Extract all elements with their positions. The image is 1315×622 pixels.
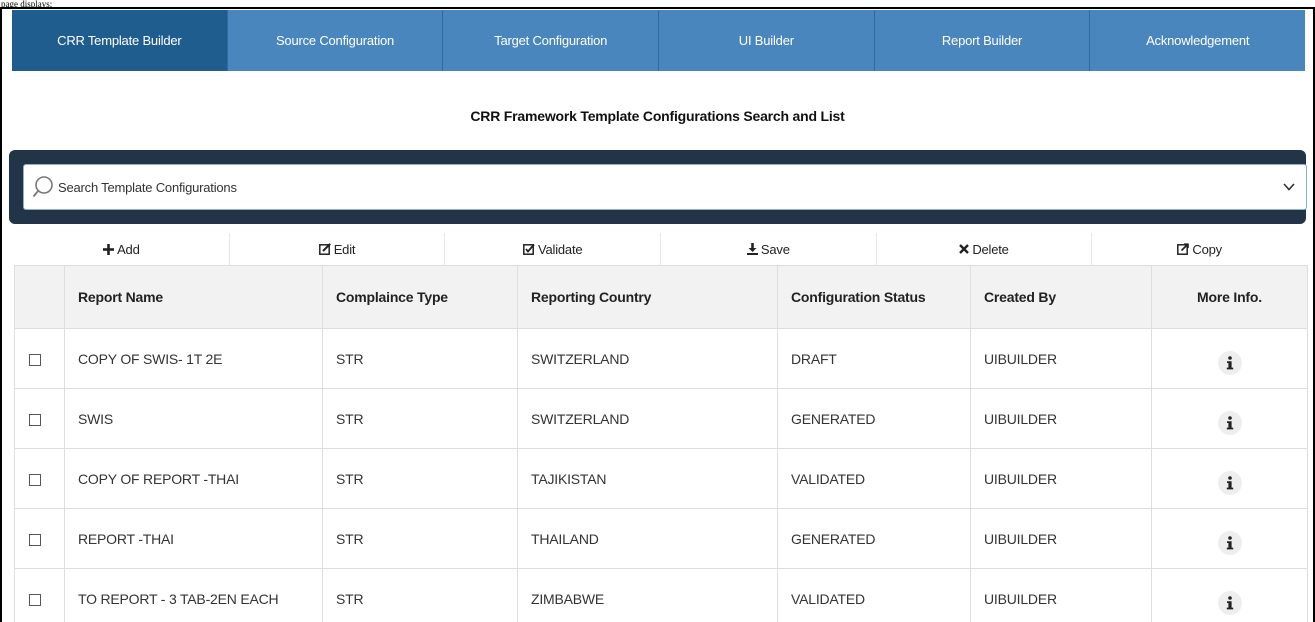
info-icon[interactable] [1217, 470, 1242, 495]
close-icon [959, 244, 970, 254]
search-panel: Search Template Configurations [9, 150, 1307, 224]
cell-created-by: UIBUILDER [970, 328, 1152, 389]
row-checkbox[interactable] [29, 413, 41, 426]
row-select-cell [14, 388, 65, 449]
share-square-icon [1177, 243, 1190, 255]
cell-reporting-country: THAILAND [517, 508, 778, 569]
cell-more-info [1151, 328, 1308, 389]
info-icon[interactable] [1217, 590, 1242, 615]
column-header-report-name[interactable]: Report Name [64, 265, 323, 329]
row-select-cell [14, 508, 65, 569]
app-frame: CRR Template Builder Source Configuratio… [0, 7, 1315, 622]
download-icon [746, 243, 758, 255]
tab-acknowledgement[interactable]: Acknowledgement [1090, 10, 1306, 71]
cell-more-info [1151, 448, 1308, 509]
row-select-cell [14, 328, 65, 389]
check-square-icon [523, 243, 535, 255]
cell-more-info [1151, 388, 1308, 449]
row-select-cell [14, 568, 65, 622]
row-checkbox[interactable] [29, 353, 41, 366]
cell-report-name: COPY OF REPORT -THAI [64, 448, 323, 509]
table-row[interactable]: SWIS STR SWITZERLAND GENERATED UIBUILDER [14, 388, 1308, 449]
edit-icon [318, 243, 331, 255]
copy-button[interactable]: Copy [1092, 233, 1308, 265]
info-icon[interactable] [1217, 350, 1242, 375]
table-header-row: Report Name Complaince Type Reporting Co… [14, 265, 1308, 329]
copy-button-label: Copy [1192, 241, 1222, 257]
column-header-reporting-country[interactable]: Reporting Country [517, 265, 778, 329]
tab-ui-builder[interactable]: UI Builder [659, 10, 875, 71]
tab-crr-template-builder[interactable]: CRR Template Builder [12, 10, 228, 71]
template-config-table: Report Name Complaince Type Reporting Co… [14, 265, 1308, 622]
cell-compliance-type: STR [322, 448, 518, 509]
delete-button[interactable]: Delete [876, 233, 1093, 265]
cell-report-name: COPY OF SWIS- 1T 2E [64, 328, 323, 389]
cell-more-info [1151, 568, 1308, 622]
select-column-header [14, 265, 65, 329]
save-button-label: Save [760, 241, 790, 257]
row-checkbox[interactable] [29, 593, 41, 606]
cell-configuration-status: VALIDATED [777, 568, 971, 622]
table-row[interactable]: COPY OF REPORT -THAI STR TAJIKISTAN VALI… [14, 448, 1308, 509]
cell-report-name: TO REPORT - 3 TAB-2EN EACH [64, 568, 323, 622]
edit-button[interactable]: Edit [229, 233, 446, 265]
action-toolbar: Add Edit Validate Save Delete Copy [14, 233, 1308, 265]
cell-report-name: REPORT -THAI [64, 508, 323, 569]
cell-configuration-status: GENERATED [777, 388, 971, 449]
cell-compliance-type: STR [322, 568, 518, 622]
cell-compliance-type: STR [322, 388, 518, 449]
cell-reporting-country: SWITZERLAND [517, 328, 778, 389]
cell-configuration-status: GENERATED [777, 508, 971, 569]
add-button[interactable]: Add [14, 233, 230, 265]
validate-button-label: Validate [537, 241, 583, 257]
column-header-more-info: More Info. [1151, 265, 1308, 329]
info-icon[interactable] [1217, 530, 1242, 555]
column-header-created-by[interactable]: Created By [970, 265, 1152, 329]
table-row[interactable]: TO REPORT - 3 TAB-2EN EACH STR ZIMBABWE … [14, 568, 1308, 622]
cell-more-info [1151, 508, 1308, 569]
search-placeholder: Search Template Configurations [58, 179, 237, 195]
tab-target-configuration[interactable]: Target Configuration [443, 10, 660, 71]
row-checkbox[interactable] [29, 473, 41, 486]
column-header-compliance-type[interactable]: Complaince Type [322, 265, 518, 329]
plus-icon [103, 243, 115, 255]
search-input[interactable]: Search Template Configurations [23, 164, 1307, 210]
cell-report-name: SWIS [64, 388, 323, 449]
cell-reporting-country: SWITZERLAND [517, 388, 778, 449]
table-row[interactable]: COPY OF SWIS- 1T 2E STR SWITZERLAND DRAF… [14, 328, 1308, 389]
add-button-label: Add [117, 241, 140, 257]
top-nav: CRR Template Builder Source Configuratio… [12, 10, 1306, 71]
save-button[interactable]: Save [661, 233, 877, 265]
validate-button[interactable]: Validate [445, 233, 662, 265]
tab-report-builder[interactable]: Report Builder [874, 10, 1091, 71]
cell-created-by: UIBUILDER [970, 388, 1152, 449]
table-row[interactable]: REPORT -THAI STR THAILAND GENERATED UIBU… [14, 508, 1308, 569]
cell-reporting-country: ZIMBABWE [517, 568, 778, 622]
cell-compliance-type: STR [322, 328, 518, 389]
search-icon [30, 174, 56, 200]
cell-reporting-country: TAJIKISTAN [517, 448, 778, 509]
tab-source-configuration[interactable]: Source Configuration [227, 10, 444, 71]
cell-created-by: UIBUILDER [970, 568, 1152, 622]
cell-compliance-type: STR [322, 508, 518, 569]
page-title: CRR Framework Template Configurations Se… [470, 108, 845, 124]
row-checkbox[interactable] [29, 533, 41, 546]
delete-button-label: Delete [972, 241, 1009, 257]
row-select-cell [14, 448, 65, 509]
chevron-down-icon[interactable] [1280, 178, 1298, 196]
info-icon[interactable] [1217, 410, 1242, 435]
cell-configuration-status: DRAFT [777, 328, 971, 389]
cell-configuration-status: VALIDATED [777, 448, 971, 509]
cell-created-by: UIBUILDER [970, 448, 1152, 509]
column-header-configuration-status[interactable]: Configuration Status [777, 265, 971, 329]
edit-button-label: Edit [333, 241, 356, 257]
cell-created-by: UIBUILDER [970, 508, 1152, 569]
